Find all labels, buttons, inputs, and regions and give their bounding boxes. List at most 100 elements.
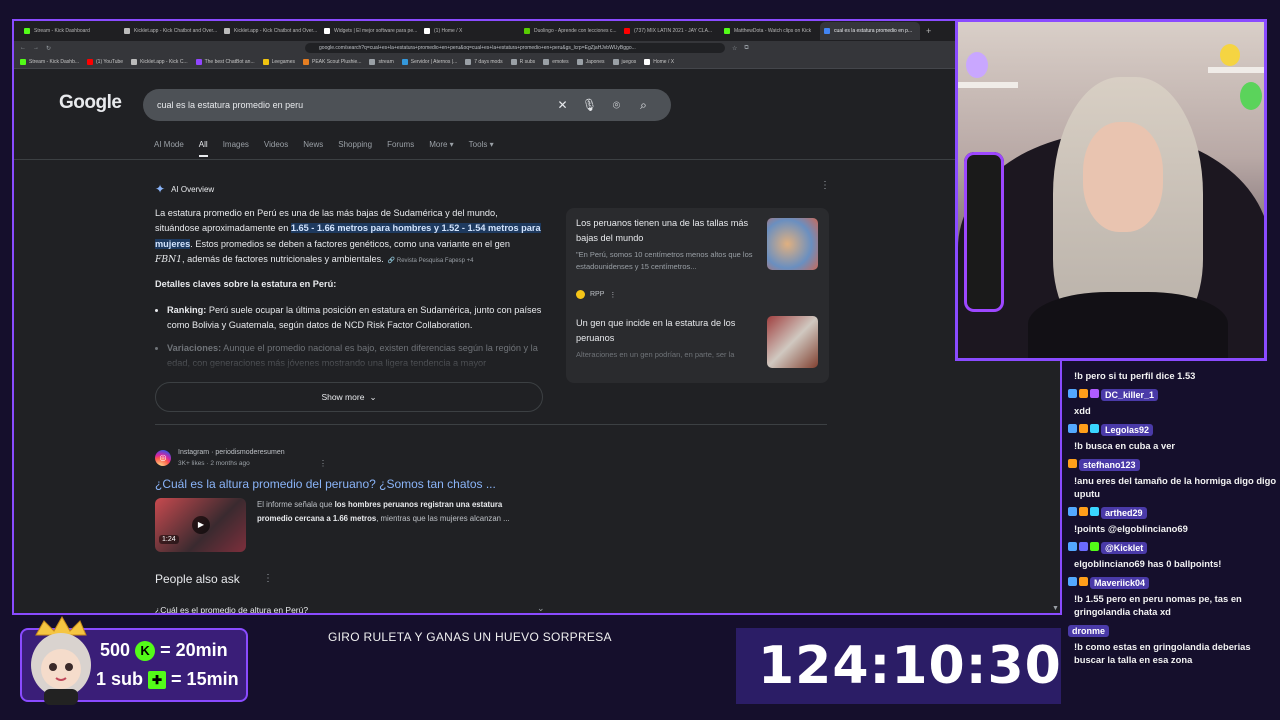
tab-label: Kicklet.app - Kick Chatbot and Over... [234, 28, 318, 34]
bookmark-item[interactable]: R subs [510, 58, 536, 65]
search-tab[interactable]: All [198, 140, 208, 157]
paa-question[interactable]: ¿Cuál es el promedio de altura en Perú? [155, 605, 308, 613]
chat-text: elgoblinciano69 has 0 ballpoints! [1074, 558, 1222, 569]
search-box[interactable]: cual es la estatura promedio en peru ✕ 🎙… [143, 89, 671, 121]
browser-tab[interactable]: Kicklet.app - Kick Chatbot and Over... [120, 22, 220, 40]
bookmark-icon [644, 58, 651, 65]
bookmark-item[interactable]: PEAK Scout Plushie... [302, 58, 361, 65]
browser-tab[interactable]: Stream - Kick Dashboard [20, 22, 120, 40]
marquee-text: GIRO RULETA Y GANAS UN HUEVO SORPRESA [328, 630, 612, 644]
bookmark-item[interactable]: Home / X [644, 58, 674, 65]
lens-icon[interactable]: ⌾ [603, 98, 630, 113]
chat-username[interactable]: arthed29 [1101, 507, 1147, 519]
chat-username[interactable]: DC_killer_1 [1101, 389, 1159, 401]
result-title-link[interactable]: ¿Cuál es la altura promedio del peruano?… [155, 477, 496, 491]
back-icon[interactable]: ← [20, 45, 26, 51]
chat-username[interactable]: dronme [1068, 625, 1110, 637]
bookmark-label: (1) YouTube [96, 58, 124, 65]
star-icon[interactable]: ☆ [732, 45, 737, 52]
browser-tab[interactable]: (1) Home / X [420, 22, 520, 40]
search-input[interactable]: cual es la estatura promedio en peru [157, 100, 549, 110]
browser-tab[interactable]: Widgets | El mejor software para pe... [320, 22, 420, 40]
tab-label: MatthewDota - Watch clips on Kick [734, 28, 812, 34]
clear-icon[interactable]: ✕ [549, 98, 576, 112]
bookmark-item[interactable]: 7 days mods [465, 58, 503, 65]
search-tab[interactable]: AI Mode [154, 140, 184, 149]
subathon-timer: 124:10:30 [758, 636, 1062, 696]
url-input[interactable]: google.com/search?q=cual+es+la+estatura+… [305, 43, 726, 53]
promo-kicks-time: = 20min [160, 640, 228, 660]
source-cards: Los peruanos tienen una de las tallas má… [566, 208, 829, 383]
chat-message: @Kicklet elgoblinciano69 has 0 ballpoints… [1068, 538, 1278, 570]
bookmark-item[interactable]: Kicklet.app - Kick C... [131, 58, 188, 65]
bookmark-item[interactable]: Leegames [262, 58, 295, 65]
show-more-button[interactable]: Show more ⌄ [155, 382, 543, 412]
chat-user-row: arthed29 [1068, 503, 1278, 521]
bookmark-item[interactable]: Servidor | Aternos |... [401, 58, 457, 65]
card-title[interactable]: Un gen que incide en la estatura de los … [576, 316, 766, 346]
search-tab[interactable]: Tools ▾ [469, 140, 494, 149]
badge-group [1068, 424, 1099, 434]
people-also-ask-title: People also ask [155, 572, 240, 586]
bookmark-label: R subs [519, 58, 536, 65]
bookmark-item[interactable]: (1) YouTube [87, 58, 124, 65]
browser-tab[interactable]: cual es la estatura promedio en p... [820, 22, 920, 40]
source-card[interactable]: Los peruanos tienen una de las tallas má… [576, 216, 766, 273]
chat-text: xdd [1074, 405, 1091, 416]
google-results-page: Google cual es la estatura promedio en p… [14, 70, 1060, 613]
extensions-icon[interactable]: ⧉ [744, 45, 748, 52]
link-icon: 🔗 [387, 257, 397, 264]
more-options-icon[interactable]: ⋮ [820, 180, 830, 191]
tab-label: (1) Home / X [434, 28, 463, 34]
badge-icon [1079, 542, 1088, 552]
search-icon[interactable]: ⌕ [630, 98, 657, 113]
bookmark-item[interactable]: juegos [612, 58, 636, 65]
bookmark-label: emotes [552, 58, 569, 65]
bookmark-icon [87, 58, 94, 65]
card-thumbnail[interactable] [767, 218, 818, 270]
search-tab[interactable]: News [303, 140, 323, 149]
bookmark-item[interactable]: stream [369, 58, 394, 65]
chevron-down-icon[interactable]: ⌄ [537, 603, 545, 613]
play-icon[interactable]: ▶ [192, 516, 210, 534]
chevron-down-icon: ⌄ [369, 391, 377, 402]
scroll-down-icon[interactable]: ▼ [1052, 605, 1059, 612]
chat-panel: !b pero si tu perfil dice 1.53 DC_killer_… [1068, 368, 1278, 669]
source-chip[interactable]: 🔗 Revista Pesquisa Fapesp +4 [388, 258, 474, 264]
new-tab-button[interactable]: + [926, 26, 931, 36]
browser-tab[interactable]: Kicklet.app - Kick Chatbot and Over... [220, 22, 320, 40]
card-thumbnail[interactable] [767, 316, 818, 368]
search-tab[interactable]: Videos [264, 140, 288, 149]
browser-tab[interactable]: Duolingo - Aprende con lecciones c... [520, 22, 620, 40]
source-card[interactable]: Un gen que incide en la estatura de los … [576, 316, 766, 361]
result-source[interactable]: ◎ Instagram · periodismoderesumen 3K+ li… [155, 447, 285, 469]
microphone-icon[interactable]: 🎙 [576, 98, 603, 112]
google-logo[interactable]: Google [59, 92, 122, 114]
chat-username[interactable]: @Kicklet [1101, 542, 1148, 554]
bookmark-item[interactable]: The best ChatBot an... [195, 58, 255, 65]
chat-username[interactable]: Maveriick04 [1090, 577, 1150, 589]
chat-username[interactable]: Legolas92 [1101, 424, 1154, 436]
search-tab[interactable]: Images [223, 140, 249, 149]
favicon-icon [524, 28, 530, 34]
card-title[interactable]: Los peruanos tienen una de las tallas má… [576, 216, 766, 246]
chat-username[interactable]: stefhano123 [1079, 459, 1140, 471]
reload-icon[interactable]: ↻ [46, 45, 51, 52]
browser-tab[interactable]: (737) MIX LATIN 2021 - JAY CLA... [620, 22, 720, 40]
more-options-icon[interactable]: ⋮ [263, 573, 273, 584]
more-options-icon[interactable]: ⋮ [319, 459, 327, 468]
bookmark-item[interactable]: emotes [543, 58, 569, 65]
video-thumbnail[interactable]: ▶ 1:24 [155, 498, 246, 552]
forward-icon[interactable]: → [33, 45, 39, 51]
bookmark-label: Japones [585, 58, 605, 65]
search-tab[interactable]: Forums [387, 140, 414, 149]
bookmark-item[interactable]: Japones [576, 58, 605, 65]
bookmark-item[interactable]: Stream - Kick Dashb... [20, 58, 79, 65]
bookmark-icon [131, 58, 138, 65]
browser-tab[interactable]: MatthewDota - Watch clips on Kick [720, 22, 820, 40]
search-tab[interactable]: Shopping [338, 140, 372, 149]
search-tab[interactable]: More ▾ [429, 140, 453, 149]
card-source[interactable]: RPP ⋮ [576, 290, 616, 299]
chat-user-row: Legolas92 [1068, 420, 1278, 438]
more-options-icon[interactable]: ⋮ [609, 291, 616, 299]
